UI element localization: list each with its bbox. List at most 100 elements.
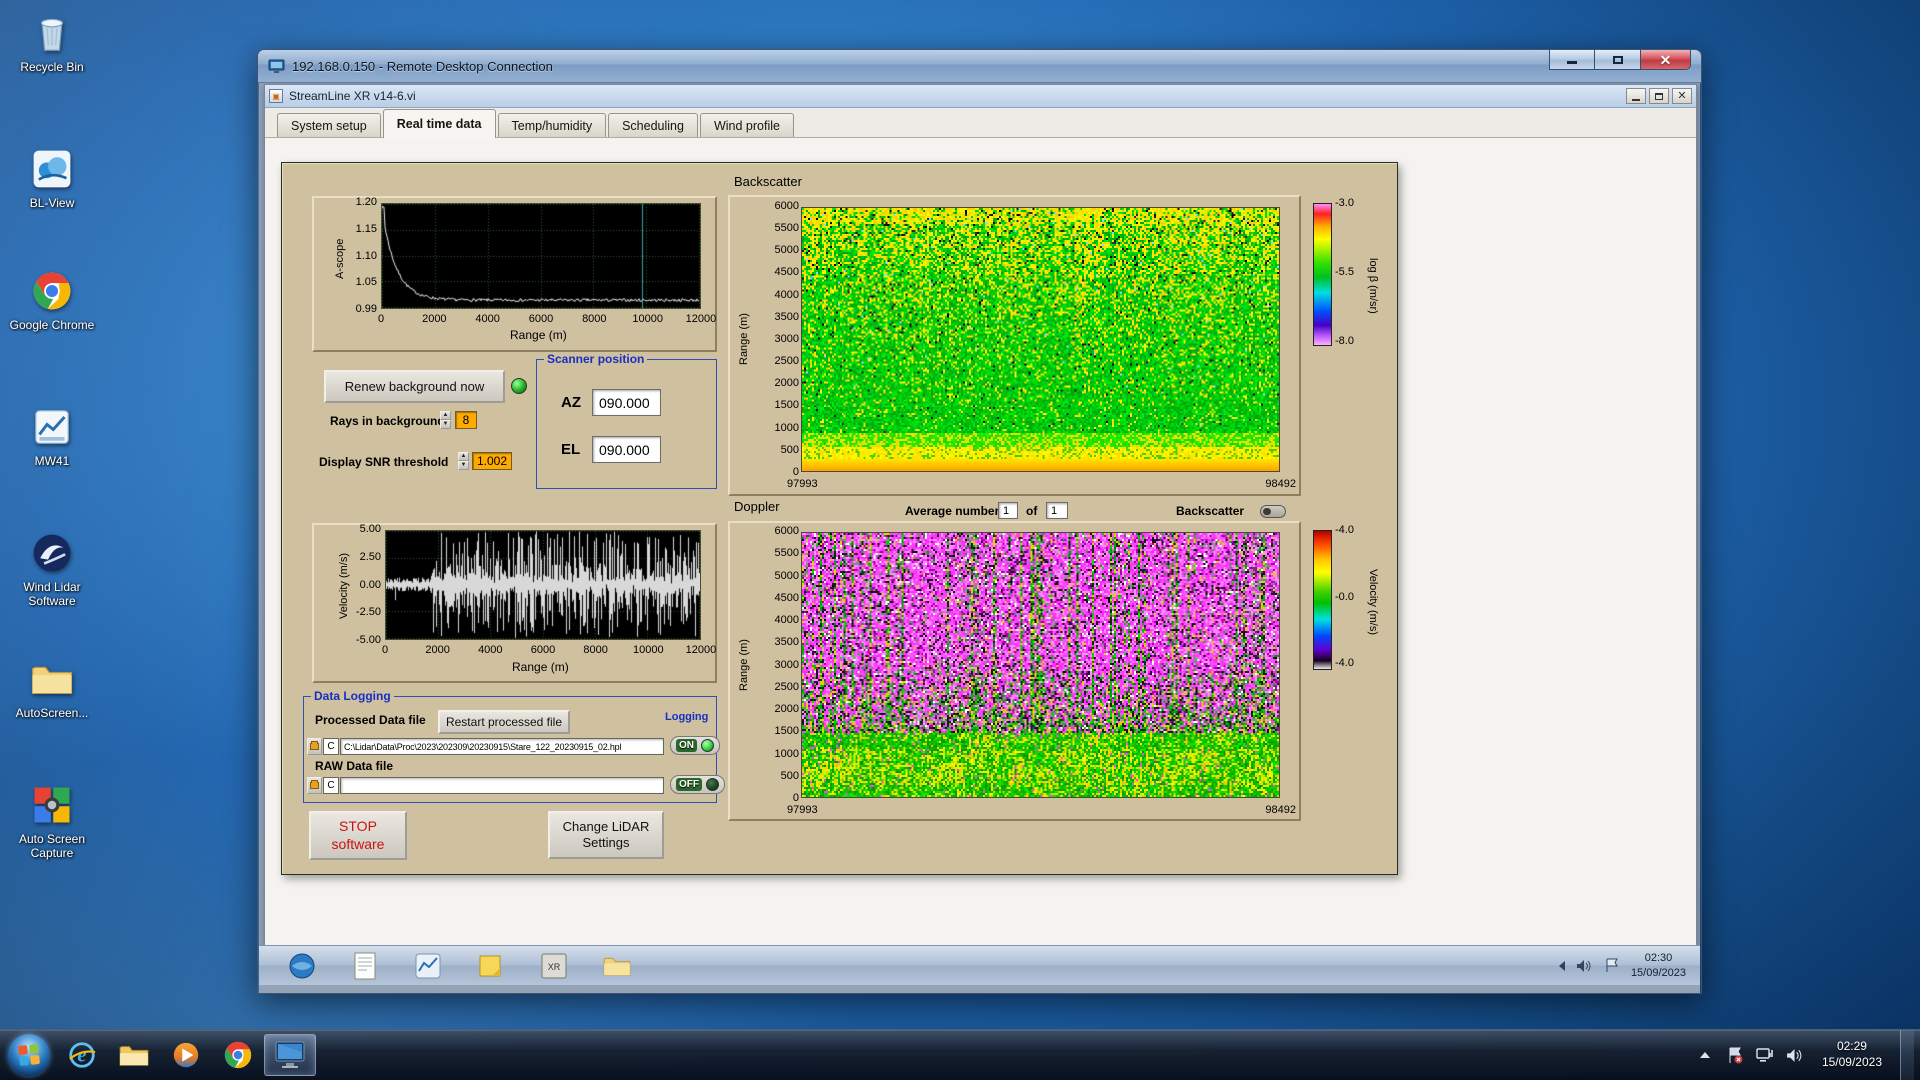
app-minimize-button[interactable]: [1626, 88, 1646, 104]
y-tick-label: 1.20: [356, 197, 377, 208]
tab-scheduling[interactable]: Scheduling: [608, 113, 698, 137]
renew-background-button[interactable]: Renew background now: [324, 370, 505, 403]
az-value[interactable]: 090.000: [592, 389, 661, 416]
raw-path-browse-button[interactable]: [307, 777, 322, 794]
show-hidden-icons-chevron[interactable]: [1696, 1046, 1714, 1064]
start-button[interactable]: [8, 1034, 50, 1076]
y-tick-label: 1.05: [356, 277, 377, 288]
remote-app-icon[interactable]: [413, 951, 443, 981]
backscatter-toggle-label: Backscatter: [1176, 504, 1244, 518]
desktop: Recycle Bin BL-View Google Chrome MW41 W…: [0, 0, 1920, 1080]
change-lidar-settings-button[interactable]: Change LiDAR Settings: [548, 811, 664, 859]
y-tick-label: 2000: [775, 704, 799, 715]
y-tick-label: -2.50: [356, 607, 381, 618]
rdp-close-button[interactable]: ✕: [1641, 50, 1691, 70]
media-player-icon: [171, 1040, 201, 1070]
desktop-icon-autoscreen[interactable]: AutoScreen...: [6, 656, 98, 720]
host-clock-time: 02:29: [1822, 1039, 1882, 1055]
x-tick-label: 10000: [628, 313, 668, 325]
raw-logging-toggle[interactable]: OFF: [670, 775, 725, 794]
average-number-label: Average number: [905, 504, 999, 518]
restart-processed-file-button[interactable]: Restart processed file: [438, 710, 570, 734]
folder-icon: [29, 656, 75, 702]
doppler-colorbar: [1313, 530, 1332, 670]
remote-volume-icon[interactable]: [1575, 957, 1593, 975]
wind-lidar-icon: [29, 530, 75, 576]
tab-temp-humidity[interactable]: Temp/humidity: [498, 113, 607, 137]
remote-flag-icon[interactable]: [1603, 957, 1621, 975]
x-tick-label: 2000: [414, 313, 454, 325]
stop-software-button[interactable]: STOP software: [309, 811, 407, 860]
logging-label: Logging: [662, 711, 711, 723]
rdp-maximize-button[interactable]: [1595, 50, 1641, 70]
vi-file-icon: ▣: [269, 89, 283, 103]
doppler-y-ticks: 6000550050004500400035003000250020001500…: [760, 526, 799, 804]
snr-threshold-value[interactable]: 1.002: [472, 452, 512, 470]
tab-wind-profile[interactable]: Wind profile: [700, 113, 794, 137]
y-tick-label: 0: [793, 467, 799, 478]
volume-icon[interactable]: [1786, 1046, 1804, 1064]
y-tick-label: 3000: [775, 660, 799, 671]
x-tick-label: 4000: [470, 644, 510, 656]
remote-desktop: ▣ StreamLine XR v14-6.vi ✕ System setup …: [259, 83, 1700, 993]
remote-browser-icon[interactable]: [287, 951, 317, 981]
desktop-icon-google-chrome[interactable]: Google Chrome: [6, 268, 98, 332]
y-tick-label: 5000: [775, 245, 799, 256]
snr-spinner[interactable]: ▲▼: [458, 452, 469, 470]
el-value[interactable]: 090.000: [592, 436, 661, 463]
desktop-icon-bl-view[interactable]: BL-View: [6, 146, 98, 210]
rdp-minimize-button[interactable]: [1549, 50, 1595, 70]
auto-screen-capture-icon: [29, 782, 75, 828]
remote-xr-app-icon[interactable]: XR: [539, 951, 569, 981]
remote-clock[interactable]: 02:30 15/09/2023: [1631, 951, 1690, 981]
backscatter-display-switch[interactable]: [1260, 505, 1286, 518]
action-center-flag-icon[interactable]: [1726, 1046, 1744, 1064]
velocity-x-axis-label: Range (m): [512, 660, 569, 674]
rays-spinner[interactable]: ▲▼: [440, 411, 451, 429]
processed-path-drive: C: [323, 738, 339, 755]
desktop-icon-auto-screen-capture[interactable]: Auto Screen Capture: [6, 782, 98, 860]
taskbar-internet-explorer[interactable]: e: [56, 1034, 108, 1076]
remote-clock-time: 02:30: [1631, 951, 1686, 966]
tab-real-time-data[interactable]: Real time data: [383, 109, 496, 138]
desktop-icon-mw41[interactable]: MW41: [6, 404, 98, 468]
processed-path-browse-button[interactable]: [307, 738, 322, 755]
x-tick-label: 0: [361, 313, 401, 325]
raw-data-file-path[interactable]: [340, 777, 664, 794]
processed-logging-toggle[interactable]: ON: [670, 736, 720, 755]
ascope-x-axis-label: Range (m): [510, 328, 567, 342]
host-clock-date: 15/09/2023: [1822, 1055, 1882, 1071]
desktop-icon-wind-lidar[interactable]: Wind Lidar Software: [6, 530, 98, 608]
remote-desktop-icon: [274, 1040, 306, 1070]
taskbar-remote-desktop[interactable]: [264, 1034, 316, 1076]
host-clock[interactable]: 02:29 15/09/2023: [1816, 1039, 1888, 1070]
tab-system-setup[interactable]: System setup: [277, 113, 381, 137]
remote-notes-icon[interactable]: [476, 951, 506, 981]
scanner-position-title: Scanner position: [544, 352, 647, 366]
colorbar-tick: -5.5: [1335, 266, 1354, 278]
x-tick-label: 4000: [468, 313, 508, 325]
network-icon[interactable]: [1756, 1046, 1774, 1064]
remote-folder-icon[interactable]: [602, 951, 632, 981]
rays-value[interactable]: 8: [455, 411, 477, 429]
backscatter-x-tick-right: 98492: [1236, 478, 1296, 490]
rdp-window: 192.168.0.150 - Remote Desktop Connectio…: [257, 49, 1702, 994]
desktop-icon-recycle-bin[interactable]: Recycle Bin: [6, 10, 98, 74]
host-taskbar: e 02:29 15/09/2023: [0, 1029, 1920, 1080]
desktop-icon-label: Wind Lidar Software: [6, 580, 98, 608]
app-maximize-button[interactable]: [1649, 88, 1669, 104]
taskbar-media-player[interactable]: [160, 1034, 212, 1076]
explorer-folder-icon: [118, 1042, 150, 1068]
ascope-plot: [381, 203, 701, 309]
taskbar-windows-explorer[interactable]: [108, 1034, 160, 1076]
processed-data-file-path[interactable]: C:\Lidar\Data\Proc\2023\202309\20230915\…: [340, 738, 664, 755]
taskbar-google-chrome[interactable]: [212, 1034, 264, 1076]
remote-notepad-icon[interactable]: [350, 951, 380, 981]
colorbar-tick: -4.0: [1335, 657, 1354, 669]
remote-hidden-icons-chevron[interactable]: [1559, 961, 1565, 971]
average-number-value[interactable]: 1: [998, 502, 1018, 519]
x-tick-label: 0: [365, 644, 405, 656]
show-desktop-button[interactable]: [1900, 1030, 1914, 1080]
average-of-value[interactable]: 1: [1046, 502, 1068, 519]
app-close-button[interactable]: ✕: [1672, 88, 1692, 104]
